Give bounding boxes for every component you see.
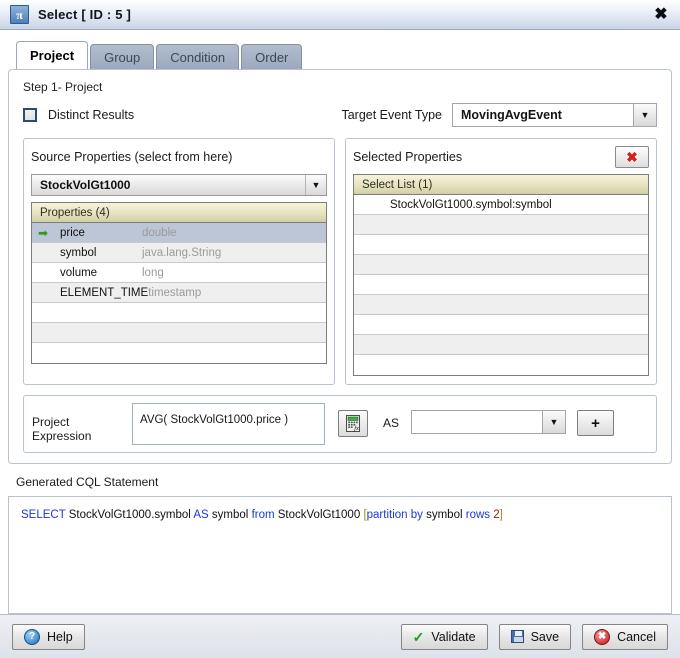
table-row[interactable]: ELEMENT_TIME timestamp: [32, 283, 326, 303]
source-stream-combo[interactable]: StockVolGt1000 ▼: [31, 174, 327, 196]
property-name: symbol: [60, 246, 97, 259]
table-row[interactable]: ➡ price double: [32, 223, 326, 243]
table-row-empty: [32, 303, 326, 323]
table-row[interactable]: volume long: [32, 263, 326, 283]
project-expression-input[interactable]: AVG( StockVolGt1000.price ): [132, 403, 325, 445]
select-list-table: Select List (1) StockVolGt1000.symbol:sy…: [353, 174, 649, 376]
select-list-table-header: Select List (1): [354, 175, 648, 195]
chevron-down-icon[interactable]: ▼: [633, 104, 656, 126]
cancel-button[interactable]: ✖ Cancel: [582, 623, 668, 650]
cql-token: from: [251, 509, 275, 521]
source-properties-header: Source Properties (select from here): [31, 146, 327, 168]
selected-properties-title: Selected Properties: [353, 150, 463, 164]
save-button-label: Save: [530, 629, 560, 644]
add-expression-button[interactable]: +: [577, 410, 615, 436]
calculator-fx-icon: fx: [345, 415, 360, 432]
project-panel: Step 1- Project Distinct Results Target …: [8, 69, 672, 464]
dialog-content: Project Group Condition Order Step 1- Pr…: [0, 30, 680, 614]
source-properties-table: Properties (4) ➡ price double symbol jav…: [31, 202, 327, 364]
property-name: volume: [60, 266, 98, 279]
selected-property-label: StockVolGt1000.symbol:symbol: [390, 198, 552, 211]
chevron-down-icon[interactable]: ▼: [305, 175, 326, 195]
property-type: double: [142, 226, 177, 239]
source-properties-panel: Source Properties (select from here) Sto…: [23, 138, 335, 385]
projection-pi-icon: π: [10, 5, 29, 24]
svg-text:fx: fx: [354, 425, 359, 432]
as-label: AS: [383, 416, 400, 430]
table-row-empty: [354, 295, 648, 315]
options-row: Distinct Results Target Event Type Movin…: [17, 103, 663, 127]
cql-token: AS: [193, 509, 209, 521]
cql-token: symbol: [422, 509, 466, 521]
list-item[interactable]: StockVolGt1000.symbol:symbol: [354, 195, 648, 215]
save-button[interactable]: Save: [498, 623, 572, 650]
project-expression-label: Project Expression: [32, 415, 92, 443]
validate-button[interactable]: ✓ Validate: [400, 623, 488, 650]
tab-project[interactable]: Project: [16, 41, 89, 69]
table-row-empty: [354, 335, 648, 355]
table-row-empty: [354, 255, 648, 275]
function-calculator-icon[interactable]: fx: [338, 410, 368, 437]
chevron-down-icon[interactable]: ▼: [542, 411, 566, 433]
help-icon: ?: [24, 628, 40, 645]
distinct-results-label: Distinct Results: [48, 108, 135, 122]
source-properties-title: Source Properties (select from here): [31, 150, 233, 164]
generated-cql-label: Generated CQL Statement: [16, 475, 159, 489]
help-button[interactable]: ? Help: [12, 623, 85, 650]
cql-token: partition by: [366, 509, 423, 521]
help-button-label: Help: [47, 629, 73, 644]
property-name: price: [60, 226, 85, 239]
cancel-button-label: Cancel: [617, 629, 656, 644]
cql-token: rows: [465, 509, 491, 521]
footer-actions: ✓ Validate Save ✖ Cancel: [400, 623, 668, 650]
check-icon: ✓: [412, 628, 425, 645]
cql-token: symbol: [208, 509, 252, 521]
floppy-disk-icon: [510, 630, 524, 643]
target-event-type-value: MovingAvgEvent: [461, 108, 562, 122]
select-dialog-window: π Select [ ID : 5 ] ✖ Project Group Cond…: [0, 0, 680, 658]
as-alias-value: [412, 411, 542, 433]
table-row-empty: [354, 315, 648, 335]
table-row[interactable]: symbol java.lang.String: [32, 243, 326, 263]
tab-order[interactable]: Order: [241, 44, 303, 70]
table-row-empty: [32, 323, 326, 343]
properties-panels: Source Properties (select from here) Sto…: [17, 138, 663, 385]
property-name: ELEMENT_TIME: [60, 286, 149, 299]
delete-x-icon: ✖: [626, 149, 638, 165]
generated-cql-statement: SELECT StockVolGt1000.symbol AS symbol f…: [8, 496, 672, 614]
tab-condition[interactable]: Condition: [156, 44, 240, 70]
window-titlebar: π Select [ ID : 5 ] ✖: [0, 0, 680, 30]
remove-selected-button[interactable]: ✖: [615, 146, 649, 168]
tab-bar: Project Group Condition Order: [0, 30, 680, 70]
table-row-empty: [354, 235, 648, 255]
project-expression-row: Project Expression AVG( StockVolGt1000.p…: [23, 395, 657, 453]
selected-properties-header: Selected Properties ✖: [353, 146, 649, 168]
table-row-empty: [354, 275, 648, 295]
cql-token: StockVolGt1000.symbol: [65, 509, 194, 521]
cql-token: SELECT: [21, 509, 66, 521]
table-row-empty: [354, 215, 648, 235]
target-event-type-combo[interactable]: MovingAvgEvent ▼: [452, 103, 657, 127]
source-stream-value: StockVolGt1000: [40, 178, 131, 192]
selection-arrow-icon: ➡: [38, 225, 49, 240]
table-row-empty: [32, 343, 326, 363]
tab-group[interactable]: Group: [90, 44, 155, 70]
dialog-footer: ? Help ✓ Validate Save ✖ Cancel: [0, 614, 680, 658]
property-type: timestamp: [148, 286, 202, 299]
window-title: Select [ ID : 5 ]: [38, 7, 131, 22]
close-icon[interactable]: ✖: [650, 4, 672, 26]
cql-token: StockVolGt1000: [274, 509, 364, 521]
cql-token: ]: [499, 509, 503, 521]
selected-properties-panel: Selected Properties ✖ Select List (1) St…: [345, 138, 657, 385]
distinct-results-checkbox[interactable]: [23, 108, 37, 122]
as-alias-combo[interactable]: ▼: [411, 410, 567, 434]
validate-button-label: Validate: [431, 629, 476, 644]
property-type: java.lang.String: [142, 246, 222, 259]
property-type: long: [142, 266, 164, 279]
source-properties-table-header: Properties (4): [32, 203, 326, 223]
target-event-type-label: Target Event Type: [341, 108, 442, 122]
table-row-empty: [354, 355, 648, 375]
cancel-x-icon: ✖: [594, 628, 611, 645]
step-label: Step 1- Project: [23, 80, 103, 94]
